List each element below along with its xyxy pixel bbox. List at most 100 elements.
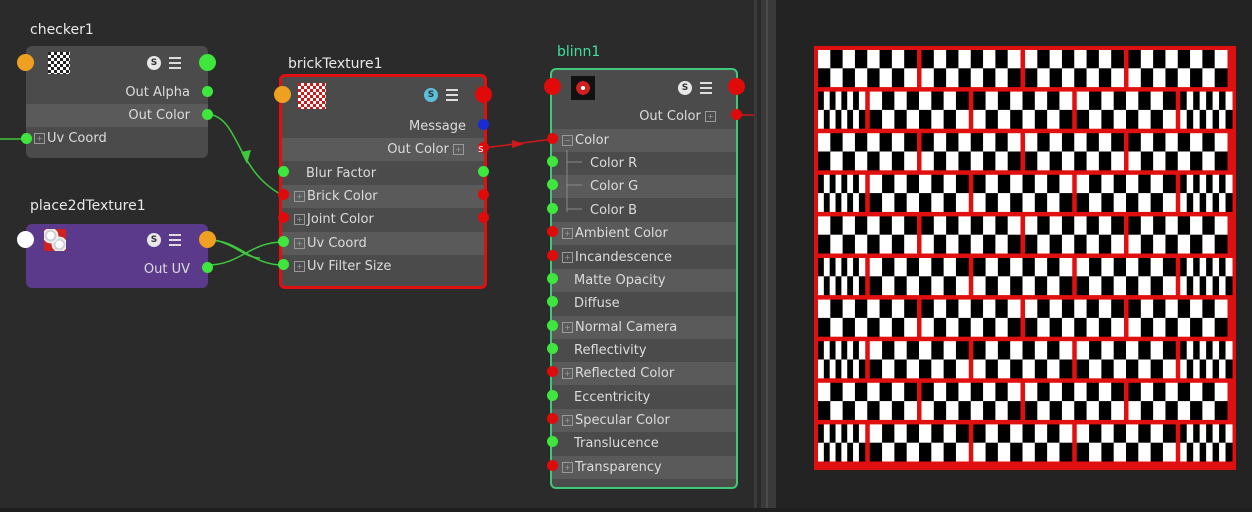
blinn-row-incandescence: + Incandescence — [552, 246, 736, 269]
brick-blur-factor-out-port[interactable] — [478, 166, 489, 177]
blinn-node[interactable]: S Out Color + − Color Color R Color G Col… — [550, 68, 738, 489]
brick-uv-coord-port[interactable] — [278, 236, 289, 247]
out-color-label: Out Color — [387, 142, 449, 157]
brick-color-label: Brick Color — [307, 189, 378, 204]
expand-icon[interactable]: + — [562, 228, 573, 239]
blinn-eccentricity-port[interactable] — [547, 390, 558, 401]
brick-node[interactable]: S Message Out Color + Blur Factor + Brick… — [279, 74, 487, 289]
swatch-toggle-icon[interactable]: S — [147, 233, 161, 247]
expand-icon[interactable]: + — [562, 252, 573, 263]
expand-icon[interactable]: + — [294, 191, 305, 202]
blinn-color-b-port[interactable] — [547, 203, 558, 214]
blinn-node-title: blinn1 — [557, 44, 601, 60]
place2d-out-uv-port[interactable] — [202, 262, 213, 273]
blinn-incandescence-port[interactable] — [547, 250, 558, 261]
blinn-out-color-port[interactable] — [731, 109, 742, 120]
ambient-color-label: Ambient Color — [575, 226, 668, 241]
brick-joint-color-in-port[interactable] — [278, 212, 289, 223]
brick-row-uv-coord: + Uv Coord — [282, 232, 484, 255]
blinn-input-port[interactable] — [544, 78, 561, 95]
panel-splitter[interactable] — [754, 0, 776, 508]
blinn-row-reflectivity: Reflectivity — [574, 343, 647, 358]
swatch-toggle-icon[interactable]: S — [424, 88, 438, 102]
brick-row-out-color: Out Color + — [282, 138, 484, 161]
blinn-color-r-port[interactable] — [547, 156, 558, 167]
checker-output-port[interactable] — [199, 54, 216, 71]
brick-joint-color-out-port[interactable] — [478, 212, 489, 223]
checker-row-out-alpha: Out Alpha — [125, 85, 190, 100]
place2d-output-port[interactable] — [199, 231, 216, 248]
checker-node-title: checker1 — [30, 22, 94, 38]
blinn-row-specular-color: + Specular Color — [552, 409, 736, 432]
brick-uv-filter-size-port[interactable] — [278, 259, 289, 270]
checker-out-alpha-port[interactable] — [202, 86, 213, 97]
expand-icon[interactable]: + — [294, 214, 305, 225]
blinn-row-eccentricity: Eccentricity — [574, 390, 651, 405]
checker-node[interactable]: S Out Alpha Out Color + Uv Coord — [26, 46, 208, 158]
place2d-row-out-uv: Out UV — [26, 258, 208, 281]
expand-icon[interactable]: + — [562, 322, 573, 333]
checker-out-color-port[interactable] — [202, 109, 213, 120]
expand-icon[interactable]: + — [294, 261, 305, 272]
blinn-color-g-port[interactable] — [547, 179, 558, 190]
place2d-node[interactable]: S Out UV — [26, 224, 208, 288]
expand-icon[interactable]: + — [562, 368, 573, 379]
checker-input-port[interactable] — [17, 54, 34, 71]
blinn-ambient-color-port[interactable] — [547, 226, 558, 237]
blinn-row-transparency: + Transparency — [552, 456, 736, 479]
expand-icon[interactable]: + — [294, 238, 305, 249]
out-color-label: Out Color — [128, 108, 190, 123]
specular-color-label: Specular Color — [575, 413, 670, 428]
blinn-color-port[interactable] — [547, 133, 558, 144]
blinn-matte-opacity-port[interactable] — [547, 273, 558, 284]
brick-node-title: brickTexture1 — [288, 56, 383, 72]
blinn-diffuse-port[interactable] — [547, 296, 558, 307]
blinn-row-normal-camera: + Normal Camera — [552, 316, 736, 339]
brick-row-blur-factor: Blur Factor — [306, 166, 377, 181]
joint-color-label: Joint Color — [307, 212, 374, 227]
blinn-output-port[interactable] — [728, 78, 745, 95]
edge-arrow-blinn-color — [512, 140, 524, 148]
edge-arrow-brick-color — [241, 150, 251, 164]
place2d-input-port[interactable] — [17, 231, 34, 248]
uv-coord-label: Uv Coord — [307, 236, 367, 251]
brick-row-brick-color: + Brick Color — [282, 185, 484, 208]
brick-message-port[interactable] — [478, 119, 489, 130]
color-label: Color — [575, 133, 609, 148]
brick-row-uv-filter-size: + Uv Filter Size — [282, 255, 484, 278]
brick-blur-factor-in-port[interactable] — [278, 166, 289, 177]
attribute-menu-icon[interactable] — [700, 82, 712, 94]
swatch-toggle-icon[interactable]: S — [147, 56, 161, 70]
attribute-menu-icon[interactable] — [169, 57, 181, 69]
attribute-menu-icon[interactable] — [169, 234, 181, 246]
blinn-translucence-port[interactable] — [547, 436, 558, 447]
expand-icon[interactable]: + — [562, 462, 573, 473]
expand-icon[interactable]: + — [562, 415, 573, 426]
brick-brick-color-in-port[interactable] — [278, 189, 289, 200]
incandescence-label: Incandescence — [575, 250, 672, 265]
uv-filter-size-label: Uv Filter Size — [307, 259, 392, 274]
brick-input-port[interactable] — [274, 86, 291, 103]
expand-icon[interactable]: + — [34, 133, 45, 144]
brick-row-joint-color: + Joint Color — [282, 208, 484, 231]
brick-swatch-icon — [298, 83, 326, 109]
swatch-toggle-icon[interactable]: S — [678, 81, 692, 95]
checker-uv-coord-port[interactable] — [21, 133, 32, 144]
blinn-specular-color-port[interactable] — [547, 413, 558, 424]
blinn-normal-camera-port[interactable] — [547, 320, 558, 331]
node-editor-graph[interactable]: checker1 S Out Alpha Out Color + Uv Coord… — [0, 0, 754, 508]
brick-output-port[interactable] — [475, 86, 492, 103]
normal-camera-label: Normal Camera — [575, 320, 678, 335]
blinn-row-diffuse: Diffuse — [574, 296, 620, 311]
attribute-menu-icon[interactable] — [446, 89, 458, 101]
blinn-transparency-port[interactable] — [547, 460, 558, 471]
brick-row-message: Message — [409, 119, 466, 134]
brick-brick-color-out-port[interactable] — [478, 189, 489, 200]
expand-icon[interactable]: + — [705, 111, 716, 122]
expand-icon[interactable]: + — [453, 144, 464, 155]
place2d-node-title: place2dTexture1 — [30, 198, 146, 214]
blinn-reflected-color-port[interactable] — [547, 366, 558, 377]
expand-icon[interactable]: − — [562, 135, 573, 146]
blinn-reflectivity-port[interactable] — [547, 343, 558, 354]
texture-preview-panel — [776, 0, 1252, 508]
